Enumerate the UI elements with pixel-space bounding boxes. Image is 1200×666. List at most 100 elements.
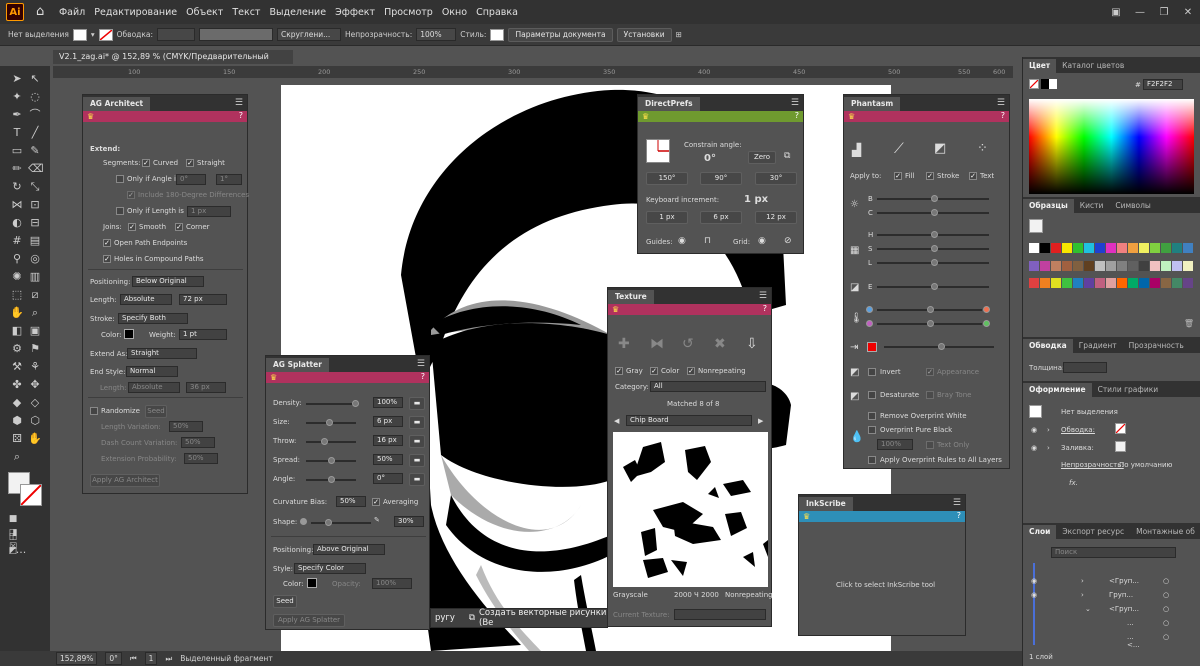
color-swatch[interactable] [1150, 278, 1160, 289]
color-swatch[interactable] [1073, 243, 1083, 253]
positioning-dropdown[interactable]: Above Original [313, 544, 385, 555]
grid-eye-icon[interactable]: ◉ [758, 236, 766, 246]
include-180-checkbox[interactable]: ✓ [127, 191, 135, 199]
nonrepeating-checkbox[interactable]: ✓ [687, 367, 695, 375]
increment-12-button[interactable]: 12 px [755, 211, 797, 224]
next-arrow-icon[interactable]: ▶ [758, 417, 763, 425]
shape-field[interactable]: 30% [394, 516, 424, 527]
close-icon[interactable]: ✕ [1176, 7, 1200, 18]
tab-color[interactable]: Цвет [1023, 59, 1057, 73]
layers-search-input[interactable]: Поиск [1051, 547, 1176, 558]
panel-menu-icon[interactable]: ☰ [417, 359, 425, 369]
target-circle-icon[interactable]: ○ [1163, 605, 1169, 613]
positioning-dropdown[interactable]: Below Original [132, 276, 204, 287]
tab-appearance[interactable]: Оформление [1023, 383, 1092, 397]
opacity-row-label[interactable]: Непрозрачность: [1061, 461, 1124, 469]
curvature-icon[interactable]: ⌒ [28, 108, 42, 122]
density-reset-button[interactable]: ▬ [409, 397, 425, 410]
graph-tool-icon[interactable]: ▥ [28, 270, 42, 284]
copy-icon[interactable]: ⧉ [784, 151, 790, 161]
eye-icon[interactable]: ◉ [1031, 577, 1037, 585]
angle-field[interactable]: 0° [373, 473, 403, 484]
hex-field[interactable]: F2F2F2 [1143, 79, 1183, 90]
status-mode[interactable]: Выделенный фрагмент [180, 654, 273, 663]
throw-slider[interactable] [306, 441, 356, 443]
trash-icon[interactable]: 🗑 [1184, 319, 1194, 328]
fill-checkbox[interactable]: ✓ [894, 172, 902, 180]
plugin-tool-icon[interactable]: ⬡ [28, 414, 42, 428]
pen-tool-icon[interactable]: ✒ [10, 108, 24, 122]
color-swatch[interactable] [1084, 278, 1094, 289]
restore-icon[interactable]: ❐ [1152, 7, 1176, 18]
end-style-dropdown[interactable]: Normal [126, 366, 178, 377]
randomize-checkbox[interactable] [90, 407, 98, 415]
black-swatch[interactable] [1041, 79, 1049, 89]
undo-icon[interactable]: ↺ [682, 336, 694, 352]
none-swatch[interactable] [1029, 79, 1039, 89]
stroke-color-box[interactable] [20, 484, 42, 506]
apply-overprint-checkbox[interactable] [868, 456, 876, 464]
stroke-dropdown[interactable]: Specify Both [118, 313, 188, 324]
length-variation-field[interactable]: 50% [169, 421, 203, 432]
direct-selection-icon[interactable]: ↖ [28, 72, 42, 86]
eye-icon[interactable]: ◉ [1031, 444, 1037, 452]
help-icon[interactable]: ? [239, 111, 243, 120]
plugin-tool-icon[interactable]: ⚑ [28, 342, 42, 356]
help-icon[interactable]: ? [957, 511, 961, 520]
stroke-swatch[interactable] [98, 28, 113, 41]
plugin-tool-icon[interactable]: ✥ [28, 378, 42, 392]
zoom-tool-icon[interactable]: ⌕ [28, 306, 42, 320]
color-swatch[interactable] [1172, 260, 1182, 271]
apply-ag-architect-button[interactable]: Apply AG Architect [90, 474, 160, 487]
halftone-icon[interactable]: ◩ [934, 141, 946, 156]
fx-icon[interactable]: fx. [1069, 479, 1078, 487]
slider-knob[interactable] [352, 400, 359, 407]
screen-mode-icon[interactable]: ◫ ◩ [6, 530, 20, 556]
paintbrush-icon[interactable]: ✎ [28, 144, 42, 158]
extension-probability-field[interactable]: 50% [184, 453, 218, 464]
menu-effect[interactable]: Эффект [335, 7, 375, 18]
document-setup-button[interactable]: Параметры документа [508, 27, 613, 42]
shaper-icon[interactable]: ✏ [10, 162, 24, 176]
overprint-black-checkbox[interactable] [868, 426, 876, 434]
color-swatch[interactable] [1139, 260, 1149, 271]
weight-field[interactable] [1063, 362, 1107, 373]
color-swatch[interactable] [1139, 243, 1149, 253]
open-path-checkbox[interactable]: ✓ [103, 239, 111, 247]
color-checkbox[interactable]: ✓ [650, 367, 658, 375]
artboard-number[interactable]: 1 [144, 652, 158, 665]
angle-30-button[interactable]: 30° [755, 172, 797, 185]
color-swatch[interactable] [1040, 260, 1050, 271]
slice-tool-icon[interactable]: ⧄ [28, 288, 42, 302]
spread-reset-button[interactable]: ▬ [409, 454, 425, 467]
length-px-field[interactable]: 72 px [179, 294, 227, 305]
selection-tool-icon[interactable]: ➤ [10, 72, 24, 86]
plugin-tool-icon[interactable]: ◆ [10, 396, 24, 410]
plugin-tool-icon[interactable]: ⚄ [10, 432, 24, 446]
menu-view[interactable]: Просмотр [384, 7, 433, 18]
artboard-tool-icon[interactable]: ⬚ [10, 288, 24, 302]
color-swatch[interactable] [1106, 278, 1116, 289]
curvature-field[interactable]: 50% [336, 496, 366, 507]
document-tab[interactable]: V2.1_zag.ai* @ 152,89 % (CMYK/Предварите… [53, 50, 293, 75]
curved-checkbox[interactable]: ✓ [142, 159, 150, 167]
slider-knob[interactable] [927, 306, 934, 313]
extend-as-dropdown[interactable]: Straight [127, 348, 197, 359]
tab-asset-export[interactable]: Экспорт ресурс [1056, 525, 1130, 539]
gradient-icon[interactable]: ▤ [28, 234, 42, 248]
length-mode-dropdown[interactable]: Absolute [120, 294, 172, 305]
color-swatch[interactable] [1095, 278, 1105, 289]
lasso-icon[interactable]: ◌ [28, 90, 42, 104]
eyedropper-icon[interactable]: ⚲ [10, 252, 24, 266]
chevron-right-icon[interactable]: › [1047, 444, 1050, 452]
style-dropdown[interactable]: Specify Color [294, 563, 366, 574]
texture-tab[interactable]: Texture [608, 290, 654, 304]
rotation-dropdown[interactable]: 0° [105, 652, 122, 665]
smooth-checkbox[interactable]: ✓ [128, 223, 136, 231]
stroke-row-swatch[interactable] [1115, 423, 1126, 434]
scale-icon[interactable]: ⤡ [28, 180, 42, 194]
white-swatch[interactable] [1049, 79, 1057, 89]
plugin-tool-icon[interactable]: ⬢ [10, 414, 24, 428]
menu-window[interactable]: Окно [442, 7, 467, 18]
help-icon[interactable]: ? [421, 372, 425, 381]
